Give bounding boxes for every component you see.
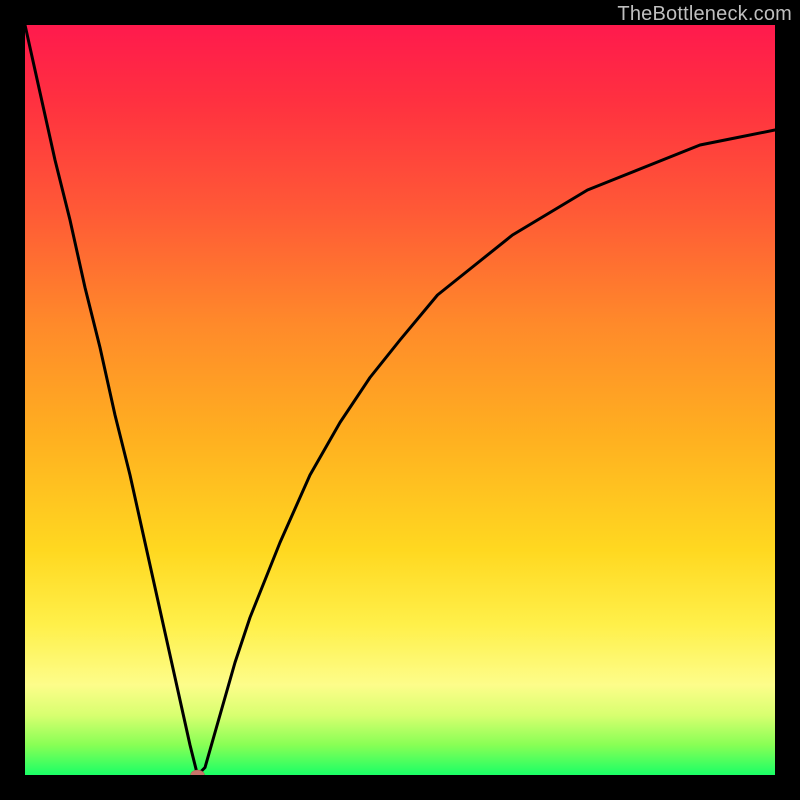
- watermark-text: TheBottleneck.com: [617, 3, 792, 26]
- plot-area: [25, 25, 775, 775]
- bottleneck-curve: [25, 25, 775, 775]
- chart-frame: TheBottleneck.com: [0, 0, 800, 800]
- curve-svg: [25, 25, 775, 775]
